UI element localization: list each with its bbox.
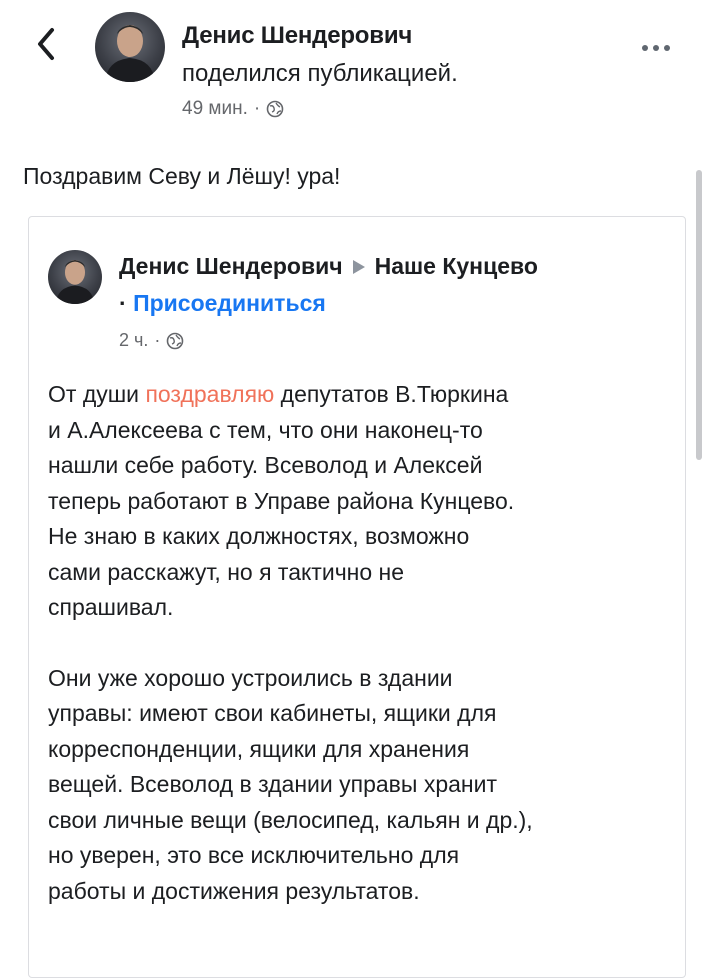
- author-name[interactable]: Денис Шендерович: [182, 22, 412, 50]
- body-line: и А.Алексеева с тем, что они наконец-то: [48, 416, 483, 443]
- back-button[interactable]: [30, 20, 62, 68]
- group-name[interactable]: Наше Кунцево: [375, 253, 538, 280]
- body-line: спрашивал.: [48, 594, 174, 620]
- person-photo: [55, 260, 95, 304]
- post-time[interactable]: 49 мин.: [182, 98, 248, 120]
- shared-author-name[interactable]: Денис Шендерович: [119, 253, 343, 280]
- body-line: но уверен, это все исключительно для: [48, 842, 460, 868]
- body-text-fragment: От души: [48, 381, 146, 407]
- meta-separator: ·: [154, 330, 161, 350]
- post-meta: 49 мин. ·: [182, 98, 284, 120]
- body-line: Не знаю в каких должностях, возможно: [48, 523, 470, 549]
- body-line: корреспонденции, ящики для хранения: [48, 735, 470, 762]
- more-options-button[interactable]: [636, 38, 676, 58]
- body-line: теперь работают в Управе района Кунцево.: [48, 487, 515, 514]
- shared-post-card[interactable]: Денис Шендерович Наше Кунцево · Присоеди…: [28, 216, 686, 978]
- body-paragraph-1: От души поздравляю депутатов В.Тюркина и…: [48, 377, 673, 626]
- shared-author-avatar[interactable]: [48, 250, 102, 304]
- body-line: нашли себе работу. Всеволод и Алексей: [48, 452, 483, 478]
- highlighted-word: поздравляю: [145, 381, 275, 407]
- body-paragraph-2: Они уже хорошо устроились в здании управ…: [48, 661, 673, 910]
- triangle-right-icon: [352, 259, 365, 274]
- body-line: свои личные вещи (велосипед, кальян и др…: [48, 806, 533, 833]
- post-text: Поздравим Севу и Лёшу! ура!: [23, 163, 341, 189]
- shared-header: Денис Шендерович Наше Кунцево: [119, 253, 538, 280]
- body-line: сами расскажут, но я тактично не: [48, 558, 405, 585]
- scrollbar[interactable]: [696, 170, 702, 460]
- body-line: управы: имеют свои кабинеты, ящики для: [48, 700, 497, 726]
- globe-icon: [266, 100, 284, 118]
- more-horizontal-icon: [642, 45, 670, 51]
- body-line: вещей. Всеволод в здании управы хранит: [48, 771, 497, 797]
- body-text-fragment: депутатов В.Тюркина: [274, 381, 509, 407]
- globe-icon: [166, 332, 184, 350]
- body-line: работы и достижения результатов.: [48, 877, 420, 904]
- author-avatar[interactable]: [95, 12, 165, 82]
- shared-time[interactable]: 2 ч.: [119, 330, 148, 351]
- join-separator: ·: [119, 290, 127, 316]
- meta-separator: ·: [253, 98, 261, 119]
- join-line: · Присоединиться: [119, 290, 326, 317]
- shared-meta: 2 ч. ·: [119, 330, 184, 351]
- share-action-text: поделился публикацией.: [182, 60, 458, 87]
- join-group-link[interactable]: Присоединиться: [133, 290, 326, 316]
- body-line: Они уже хорошо устроились в здании: [48, 664, 453, 691]
- person-photo: [105, 25, 155, 82]
- chevron-left-icon: [38, 28, 54, 60]
- shared-post-body: От души поздравляю депутатов В.Тюркина и…: [48, 377, 673, 909]
- body-line: От души поздравляю депутатов В.Тюркина: [48, 381, 508, 407]
